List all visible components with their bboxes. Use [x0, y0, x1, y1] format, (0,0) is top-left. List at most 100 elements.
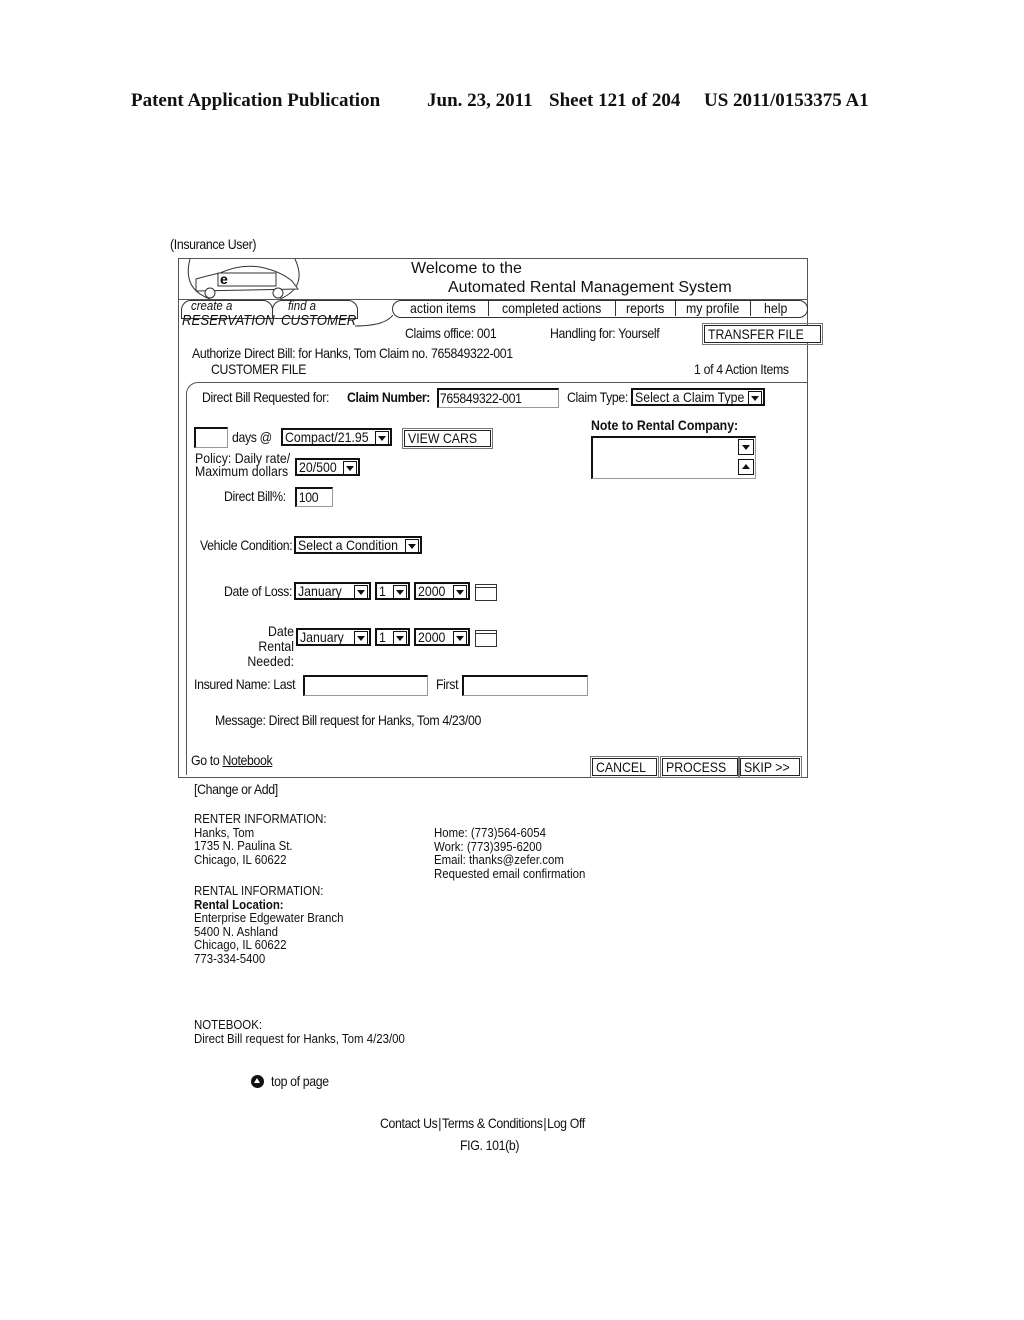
needed-year-select[interactable]: 2000 — [414, 628, 470, 646]
customer-file-label: CUSTOMER FILE — [211, 361, 307, 377]
direct-bill-label: Direct Bill Requested for: — [202, 389, 330, 405]
goto-notebook: Go to Notebook — [191, 752, 273, 768]
loss-day-select[interactable]: 1 — [375, 582, 410, 600]
direct-bill-pct-label: Direct Bill%: — [224, 488, 286, 504]
renter-email: Email: thanks@zefer.com — [434, 852, 564, 867]
process-button[interactable]: PROCESS — [659, 756, 741, 778]
chevron-down-icon — [405, 539, 419, 553]
welcome-line-1: Welcome to the — [411, 260, 522, 277]
loss-year-select[interactable]: 2000 — [414, 582, 470, 600]
nav-my-profile[interactable]: my profile — [686, 300, 739, 317]
notebook-link[interactable]: Notebook — [222, 752, 272, 768]
chevron-down-icon — [453, 631, 467, 645]
nav-action-items[interactable]: action items — [410, 300, 476, 317]
change-or-add-link[interactable]: [Change or Add] — [194, 781, 278, 797]
notebook-heading: NOTEBOOK: — [194, 1017, 263, 1032]
calendar-icon[interactable] — [475, 584, 497, 601]
action-item-count: 1 of 4 Action Items — [694, 361, 789, 377]
days-input[interactable] — [194, 427, 228, 448]
days-label: days @ — [232, 429, 272, 445]
message-text: Message: Direct Bill request for Hanks, … — [215, 712, 481, 728]
publication-date: Jun. 23, 2011 — [427, 90, 533, 111]
chevron-down-icon — [375, 431, 389, 445]
user-role-label: (Insurance User) — [170, 236, 257, 252]
log-off-link[interactable]: Log Off — [547, 1115, 585, 1131]
scroll-down-icon[interactable] — [738, 439, 754, 455]
contact-us-link[interactable]: Contact Us — [380, 1115, 438, 1131]
patent-number: US 2011/0153375 A1 — [704, 90, 869, 111]
insured-last-input[interactable] — [303, 675, 428, 696]
loss-month-select[interactable]: January — [294, 582, 371, 600]
calendar-icon[interactable] — [475, 630, 497, 647]
claim-type-label: Claim Type: — [567, 389, 628, 405]
renter-work-phone: Work: (773)395-6200 — [434, 838, 542, 854]
tab-create-large: RESERVATION — [182, 312, 275, 329]
skip-button[interactable]: SKIP >> — [738, 756, 802, 778]
figure-label: FIG. 101(b) — [460, 1137, 520, 1153]
tab-find-large: CUSTOMER — [281, 312, 357, 329]
top-of-page-link[interactable]: top of page — [271, 1073, 329, 1089]
chevron-down-icon — [343, 461, 357, 475]
tab-create-small: create a — [191, 298, 233, 313]
chevron-down-icon — [393, 631, 407, 645]
renter-street: 1735 N. Paulina St. — [194, 838, 293, 853]
handling-for: Handling for: Yourself — [550, 325, 660, 341]
needed-month-select[interactable]: January — [296, 628, 371, 646]
renter-city: Chicago, IL 60622 — [194, 851, 287, 867]
rental-street: 5400 N. Ashland — [194, 923, 278, 939]
nav-completed-actions[interactable]: completed actions — [502, 300, 601, 317]
vehicle-condition-select[interactable]: Select a Condition — [294, 536, 422, 554]
claims-office: Claims office: 001 — [405, 325, 497, 341]
claim-number-input[interactable]: 765849322-001 — [437, 388, 559, 408]
sheet-number: Sheet 121 of 204 — [549, 90, 681, 111]
terms-link[interactable]: Terms & Conditions — [442, 1115, 543, 1131]
rental-heading: RENTAL INFORMATION: — [194, 883, 324, 898]
note-textarea[interactable] — [591, 436, 756, 479]
up-arrow-icon[interactable] — [251, 1075, 264, 1088]
chevron-down-icon — [354, 585, 368, 599]
notebook-section: NOTEBOOK: Direct Bill request for Hanks,… — [194, 1018, 405, 1045]
logo-letter: e — [220, 271, 228, 287]
renter-home-phone: Home: (773)564-6054 — [434, 825, 546, 840]
transfer-file-button[interactable]: TRANSFER FILE — [702, 323, 823, 345]
nav-help[interactable]: help — [764, 300, 787, 317]
date-of-loss-label: Date of Loss: — [224, 583, 293, 599]
rental-city: Chicago, IL 60622 — [194, 937, 287, 952]
chevron-down-icon — [748, 391, 762, 405]
car-class-select[interactable]: Compact/21.95 — [281, 428, 392, 446]
rental-location-label: Rental Location: — [194, 896, 284, 912]
welcome-line-2: Automated Rental Management System — [448, 279, 732, 296]
insured-first-input[interactable] — [462, 675, 588, 696]
needed-day-select[interactable]: 1 — [375, 628, 410, 646]
insured-name-label: Insured Name: Last — [194, 676, 296, 692]
claim-number-label: Claim Number: — [347, 389, 431, 405]
notebook-entry: Direct Bill request for Hanks, Tom 4/23/… — [194, 1030, 405, 1046]
authorize-line: Authorize Direct Bill: for Hanks, Tom Cl… — [192, 345, 513, 361]
chevron-down-icon — [453, 585, 467, 599]
claim-type-select[interactable]: Select a Claim Type — [631, 388, 765, 406]
renter-heading: RENTER INFORMATION: — [194, 811, 327, 826]
nav-reports[interactable]: reports — [626, 300, 664, 317]
policy-select[interactable]: 20/500 — [295, 458, 360, 476]
date-needed-label: Date Rental Needed: — [247, 623, 294, 669]
renter-name: Hanks, Tom — [194, 824, 255, 840]
tab-curve — [355, 315, 394, 327]
first-label: First — [436, 676, 459, 692]
rental-phone: 773-334-5400 — [194, 950, 266, 966]
view-cars-button[interactable]: VIEW CARS — [402, 428, 493, 449]
chevron-down-icon — [393, 585, 407, 599]
renter-info: RENTER INFORMATION: Hanks, Tom 1735 N. P… — [194, 812, 327, 866]
cancel-button[interactable]: CANCEL — [590, 756, 659, 778]
policy-label: Policy: Daily rate/Maximum dollars — [195, 450, 291, 479]
chevron-down-icon — [354, 631, 368, 645]
publication-title: Patent Application Publication — [131, 90, 381, 111]
direct-bill-pct-input[interactable]: 100 — [295, 487, 333, 507]
rental-info: RENTAL INFORMATION: Rental Location: Ent… — [194, 884, 343, 965]
renter-contact: Home: (773)564-6054 Work: (773)395-6200 … — [434, 826, 585, 880]
tab-find-small: find a — [288, 298, 316, 313]
car-logo-icon: e — [187, 259, 300, 300]
rental-branch: Enterprise Edgewater Branch — [194, 910, 344, 925]
scroll-up-icon[interactable] — [738, 459, 754, 475]
vehicle-condition-label: Vehicle Condition: — [200, 537, 293, 553]
renter-confirmation: Requested email confirmation — [434, 865, 586, 881]
